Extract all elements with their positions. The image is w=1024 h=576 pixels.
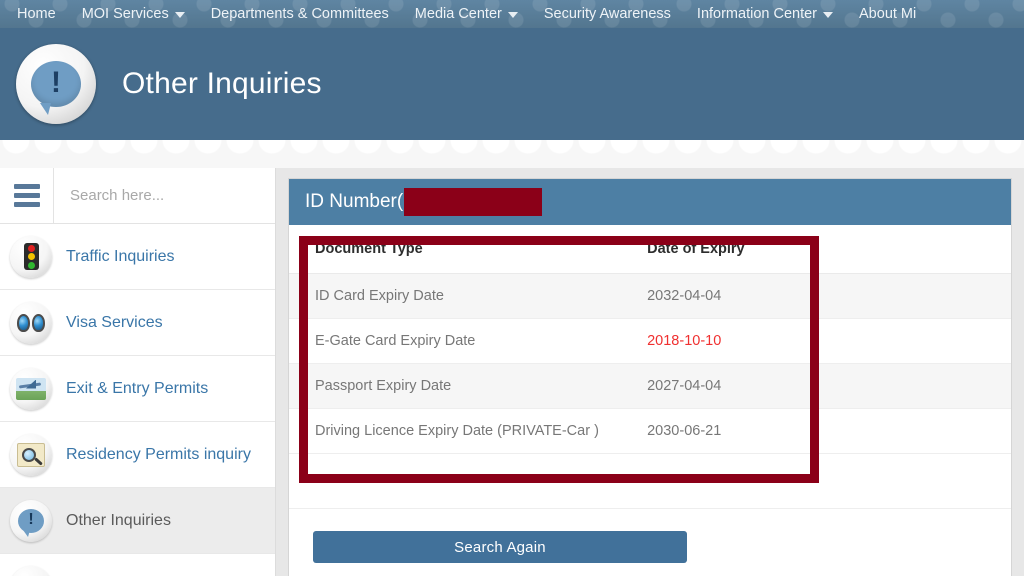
search-box	[54, 168, 275, 223]
nav-item-security-awareness[interactable]: Security Awareness	[531, 0, 684, 28]
traffic-yellow-lamp	[28, 253, 35, 260]
id-number-bar: ID Number(	[289, 179, 1011, 225]
nav-item-label: Information Center	[697, 0, 817, 28]
table-spacer-row	[289, 454, 1011, 509]
nav-item-home[interactable]: Home	[4, 0, 69, 28]
sidebar-item-label: Visa Services	[66, 314, 163, 332]
spacer-cell	[621, 454, 1011, 509]
binocular-lens-left	[17, 314, 30, 332]
search-input[interactable]	[68, 186, 275, 205]
info-bubble-icon: !	[10, 500, 52, 542]
table-header-row: Document Type Date of Expiry	[289, 225, 1011, 274]
info-bubble-icon: !	[16, 44, 96, 124]
spacer-cell	[289, 454, 621, 509]
sidebar-item-traffic-inquiries[interactable]: Traffic Inquiries	[0, 224, 275, 290]
cell-date-of-expiry: 2018-10-10	[621, 319, 1011, 364]
speech-bubble-shape: !	[18, 509, 44, 533]
airplane-icon	[10, 368, 52, 410]
sidebar-search-row	[0, 168, 275, 224]
chevron-down-icon	[508, 12, 518, 18]
cell-document-type: Driving Licence Expiry Date (PRIVATE-Car…	[289, 409, 621, 454]
nav-item-label: Security Awareness	[544, 0, 671, 28]
binoculars-shape	[16, 313, 46, 333]
nav-item-label: Media Center	[415, 0, 502, 28]
table-head: Document Type Date of Expiry	[289, 225, 1011, 274]
expiry-table: Document Type Date of Expiry ID Card Exp…	[289, 225, 1011, 509]
cell-date-of-expiry: 2027-04-04	[621, 364, 1011, 409]
airplane-shape	[16, 378, 46, 400]
hamburger-bar	[14, 184, 40, 189]
traffic-green-lamp	[28, 262, 35, 269]
sidebar-item-other-inquiries[interactable]: ! Other Inquiries	[0, 488, 275, 554]
sidebar-item-label: Exit & Entry Permits	[66, 380, 208, 398]
chevron-down-icon	[175, 12, 185, 18]
id-number-redaction	[404, 188, 542, 216]
sidebar-item-visa-services[interactable]: Visa Services	[0, 290, 275, 356]
binoculars-icon	[10, 302, 52, 344]
sidebar-item-label: Residency Permits inquiry	[66, 446, 251, 464]
nav-item-label: MOI Services	[82, 0, 169, 28]
decorative-divider-strip	[0, 140, 1024, 169]
cell-date-of-expiry: 2030-06-21	[621, 409, 1011, 454]
nav-item-information-center[interactable]: Information Center	[684, 0, 846, 28]
sidebar-item-partial[interactable]	[0, 554, 275, 576]
sidebar: Traffic Inquiries Visa Services Exit & E…	[0, 168, 276, 576]
magnifier-document-icon	[10, 434, 52, 476]
table-row: Driving Licence Expiry Date (PRIVATE-Car…	[289, 409, 1011, 454]
speech-bubble-shape: !	[31, 61, 81, 107]
placeholder-icon	[10, 566, 52, 576]
actions-row: Search Again	[289, 509, 1011, 563]
cell-document-type: E-Gate Card Expiry Date	[289, 319, 621, 364]
nav-item-media-center[interactable]: Media Center	[402, 0, 531, 28]
id-number-label: ID Number(	[305, 191, 403, 213]
main-content: ID Number( Document Type Date of Expiry …	[276, 168, 1024, 576]
hamburger-bar	[14, 202, 40, 207]
nav-item-departments-committees[interactable]: Departments & Committees	[198, 0, 402, 28]
traffic-light-icon	[10, 236, 52, 278]
results-panel: ID Number( Document Type Date of Expiry …	[288, 178, 1012, 576]
exclamation-glyph: !	[51, 68, 61, 98]
sidebar-item-exit-entry-permits[interactable]: Exit & Entry Permits	[0, 356, 275, 422]
nav-item-about-ministry[interactable]: About Mi	[846, 0, 929, 28]
column-header-document-type: Document Type	[289, 225, 621, 274]
hamburger-icon[interactable]	[0, 168, 54, 223]
hamburger-bar	[14, 193, 40, 198]
search-again-button[interactable]: Search Again	[313, 531, 687, 563]
table-row: ID Card Expiry Date 2032-04-04	[289, 274, 1011, 319]
traffic-red-lamp	[28, 245, 35, 252]
chevron-down-icon	[823, 12, 833, 18]
magnifier-shape	[17, 443, 45, 467]
sidebar-item-label: Traffic Inquiries	[66, 248, 174, 266]
nav-item-label: Home	[17, 0, 56, 28]
sidebar-item-residency-permits-inquiry[interactable]: Residency Permits inquiry	[0, 422, 275, 488]
nav-item-label: Departments & Committees	[211, 0, 389, 28]
cell-date-of-expiry: 2032-04-04	[621, 274, 1011, 319]
cell-document-type: Passport Expiry Date	[289, 364, 621, 409]
cell-document-type: ID Card Expiry Date	[289, 274, 621, 319]
nav-item-label: About Mi	[859, 0, 916, 28]
binocular-lens-right	[32, 314, 45, 332]
traffic-light-shape	[24, 243, 39, 270]
page-title: Other Inquiries	[122, 67, 322, 101]
page-header-banner: ! Other Inquiries	[0, 28, 1024, 140]
table-row: E-Gate Card Expiry Date 2018-10-10	[289, 319, 1011, 364]
column-header-date-of-expiry: Date of Expiry	[621, 225, 1011, 274]
top-navigation-bar: Home MOI Services Departments & Committe…	[0, 0, 1024, 28]
table-row: Passport Expiry Date 2027-04-04	[289, 364, 1011, 409]
sidebar-item-label: Other Inquiries	[66, 512, 171, 530]
table-body: ID Card Expiry Date 2032-04-04 E-Gate Ca…	[289, 274, 1011, 509]
page-root: Home MOI Services Departments & Committe…	[0, 0, 1024, 576]
page-body: Traffic Inquiries Visa Services Exit & E…	[0, 168, 1024, 576]
exclamation-glyph: !	[28, 512, 33, 528]
nav-item-moi-services[interactable]: MOI Services	[69, 0, 198, 28]
